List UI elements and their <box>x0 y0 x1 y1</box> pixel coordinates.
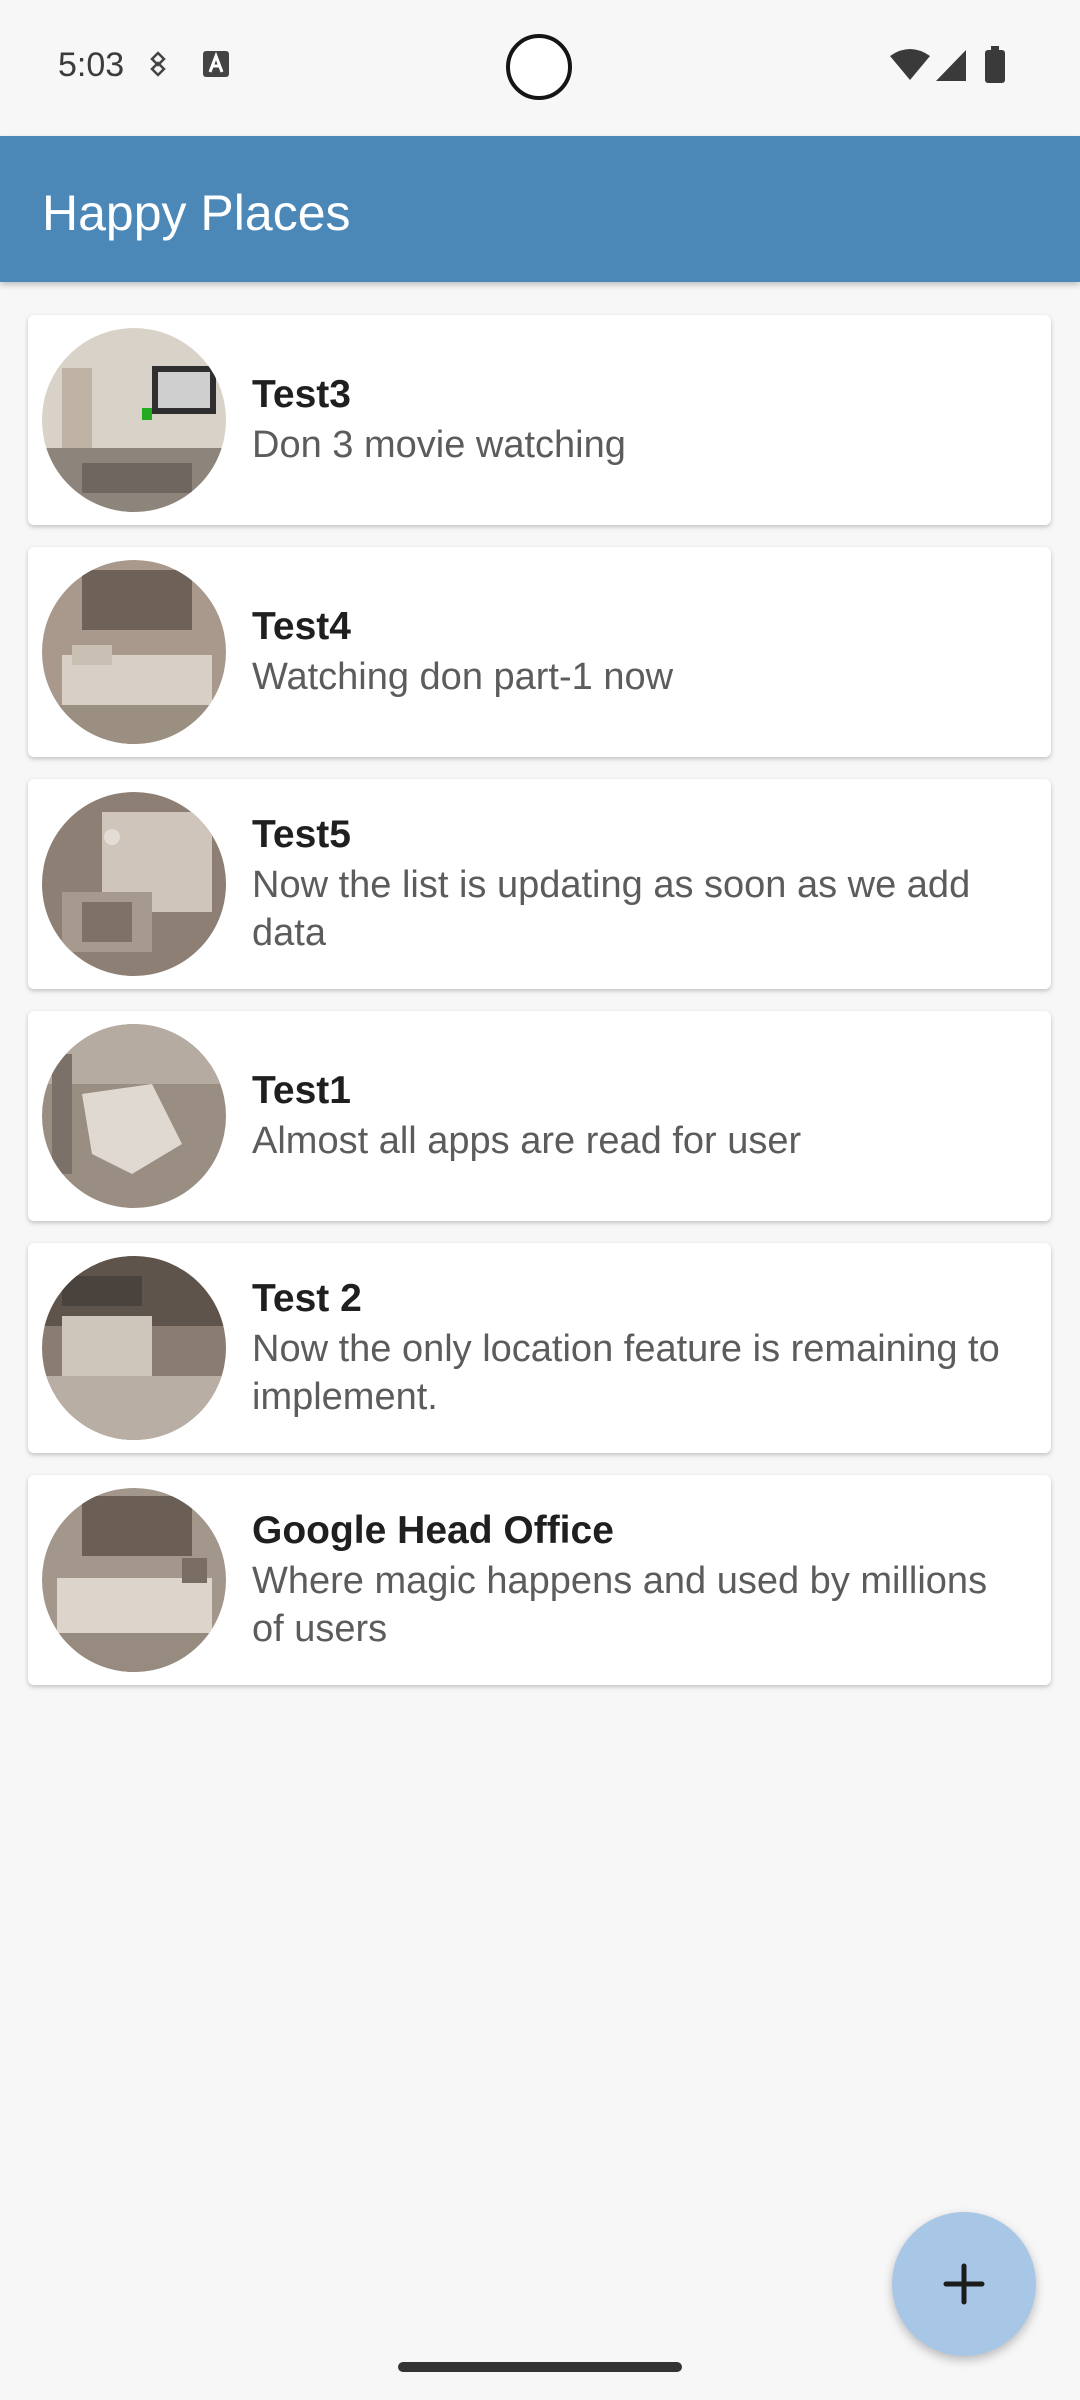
place-description: Almost all apps are read for user <box>252 1120 802 1162</box>
battery-icon <box>985 46 1005 83</box>
place-description: Don 3 movie watching <box>252 424 626 466</box>
status-time: 5:03 <box>58 46 125 84</box>
place-card[interactable]: Test5 Now the list is updating as soon a… <box>28 779 1051 989</box>
place-title: Test1 <box>252 1069 351 1112</box>
signal-icon <box>936 50 966 81</box>
place-title: Test4 <box>252 605 351 648</box>
living-room-sofa-image <box>42 560 226 744</box>
place-description: Now the list is updating as soon as we a… <box>252 864 971 954</box>
place-thumbnail <box>42 792 226 976</box>
place-title: Test3 <box>252 373 351 416</box>
plus-icon <box>943 2263 985 2305</box>
place-thumbnail <box>42 328 226 512</box>
place-thumbnail <box>42 1256 226 1440</box>
a-icon <box>203 51 229 77</box>
place-title: Test 2 <box>252 1277 362 1320</box>
living-room-tv-image <box>42 328 226 512</box>
gesture-nav-bar[interactable] <box>398 2362 682 2372</box>
place-description: Now the only location feature is remaini… <box>252 1328 1000 1418</box>
status-bar: 5:03 <box>0 0 1080 136</box>
blurred-room-image <box>42 1024 226 1208</box>
wifi-icon <box>890 49 930 80</box>
place-card[interactable]: Test4 Watching don part-1 now <box>28 547 1051 757</box>
place-thumbnail <box>42 560 226 744</box>
place-description: Watching don part-1 now <box>252 656 674 698</box>
place-description: Where magic happens and used by millions… <box>252 1560 988 1650</box>
app-bar: Happy Places <box>0 136 1080 282</box>
place-card[interactable]: Test1 Almost all apps are read for user <box>28 1011 1051 1221</box>
place-thumbnail <box>42 1488 226 1672</box>
kitchen-image <box>42 1256 226 1440</box>
place-card[interactable]: Test 2 Now the only location feature is … <box>28 1243 1051 1453</box>
room-corner-image <box>42 792 226 976</box>
camera-cutout <box>506 34 572 100</box>
place-thumbnail <box>42 1024 226 1208</box>
add-place-button[interactable] <box>892 2212 1036 2356</box>
place-card[interactable]: Google Head Office Where magic happens a… <box>28 1475 1051 1685</box>
office-lounge-image <box>42 1488 226 1672</box>
place-title: Test5 <box>252 813 351 856</box>
place-card[interactable]: Test3 Don 3 movie watching <box>28 315 1051 525</box>
place-title: Google Head Office <box>252 1509 614 1552</box>
app-title: Happy Places <box>42 185 351 241</box>
settings-assistant-icon <box>150 51 166 77</box>
